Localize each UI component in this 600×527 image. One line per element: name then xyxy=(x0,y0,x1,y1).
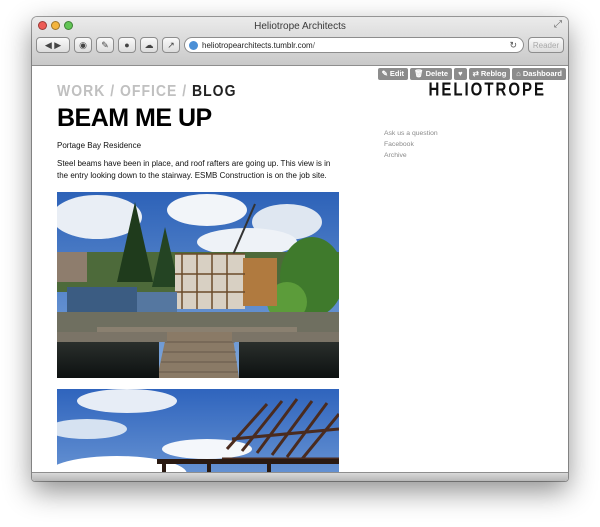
cloud-button[interactable]: ☁ xyxy=(140,37,158,53)
post-body: Steel beams have been in place, and roof… xyxy=(57,159,331,180)
cloud-icon: ☁ xyxy=(144,39,154,50)
nav-blog[interactable]: BLOG xyxy=(192,81,236,99)
wrench-button[interactable]: ✎ xyxy=(96,37,114,53)
forward-icon[interactable]: ▶ xyxy=(54,40,61,51)
back-icon[interactable]: ◀ xyxy=(45,40,52,51)
rafters-photo xyxy=(57,389,339,481)
back-forward-buttons[interactable]: ◀ ▶ xyxy=(36,37,70,53)
reblog-button[interactable]: ⇄ Reblog xyxy=(468,68,511,80)
address-bar[interactable]: heliotropearchitects.tumblr.com/ ↻ xyxy=(184,37,524,53)
toolbar: ◀ ▶ ◉ ✎ ● ☁ ↗ heliotropearchitects.tumbl… xyxy=(36,35,564,55)
post-subtitle: Portage Bay Residence xyxy=(57,141,142,150)
reblog-label: Reblog xyxy=(480,69,507,78)
rafters-photo-image xyxy=(57,389,339,481)
construction-photo xyxy=(57,192,339,378)
nav-office[interactable]: OFFICE xyxy=(120,81,177,99)
construction-photo-image xyxy=(57,192,339,378)
browser-window: Heliotrope Architects ⤢ ◀ ▶ ◉ ✎ ● ☁ ↗ he… xyxy=(32,17,568,481)
top-sites-button[interactable]: ◉ xyxy=(74,37,92,53)
dashboard-button[interactable]: ⌂ Dashboard xyxy=(512,68,566,80)
like-button[interactable]: ♥ xyxy=(454,68,467,80)
nav-separator: / xyxy=(182,81,188,100)
share-icon: ↗ xyxy=(167,39,175,50)
trash-icon: 🗑 xyxy=(414,69,424,78)
sidebar-link-ask[interactable]: Ask us a question xyxy=(384,128,438,139)
eye-icon: ◉ xyxy=(79,39,87,50)
post-title[interactable]: BEAM ME UP xyxy=(57,104,212,133)
nav-work[interactable]: WORK xyxy=(57,81,105,99)
edit-icon: ✎ xyxy=(381,69,388,78)
fullscreen-icon[interactable]: ⤢ xyxy=(554,19,562,30)
reblog-icon: ⇄ xyxy=(472,69,479,78)
delete-label: Delete xyxy=(425,69,449,78)
delete-button[interactable]: 🗑 Delete xyxy=(410,68,453,80)
home-icon: ⌂ xyxy=(516,69,521,78)
nav-separator: / xyxy=(110,81,116,100)
share-button[interactable]: ↗ xyxy=(162,37,180,53)
url-host: heliotropearchitects.tumblr.com xyxy=(202,40,313,50)
dashboard-label: Dashboard xyxy=(522,69,562,78)
brand-logo[interactable]: HELIOTROPE xyxy=(428,80,546,100)
edit-button[interactable]: ✎ Edit xyxy=(377,68,409,80)
title-bar: Heliotrope Architects ⤢ ◀ ▶ ◉ ✎ ● ☁ ↗ he… xyxy=(32,17,568,66)
window-bottom-bar xyxy=(32,472,568,481)
site-nav: WORK / OFFICE / BLOG xyxy=(57,81,236,99)
sidebar-links: Ask us a question Facebook Archive xyxy=(384,128,438,161)
reload-icon[interactable]: ↻ xyxy=(509,40,517,51)
tumblr-controls: ✎ Edit 🗑 Delete ♥ ⇄ Reblog ⌂ Dashboard xyxy=(377,68,566,80)
globe-icon xyxy=(189,40,198,50)
extension-button[interactable]: ● xyxy=(118,37,136,53)
reader-button[interactable]: Reader xyxy=(528,37,564,53)
edit-label: Edit xyxy=(389,69,405,78)
heart-icon: ♥ xyxy=(458,69,463,78)
wrench-icon: ✎ xyxy=(101,39,109,50)
window-title: Heliotrope Architects xyxy=(254,21,346,32)
sidebar-link-facebook[interactable]: Facebook xyxy=(384,139,438,150)
url-path: / xyxy=(312,40,315,50)
extension-icon: ● xyxy=(124,40,130,50)
page-content: ✎ Edit 🗑 Delete ♥ ⇄ Reblog ⌂ Dashboard WORK … xyxy=(32,66,568,481)
sidebar-link-archive[interactable]: Archive xyxy=(384,150,438,161)
